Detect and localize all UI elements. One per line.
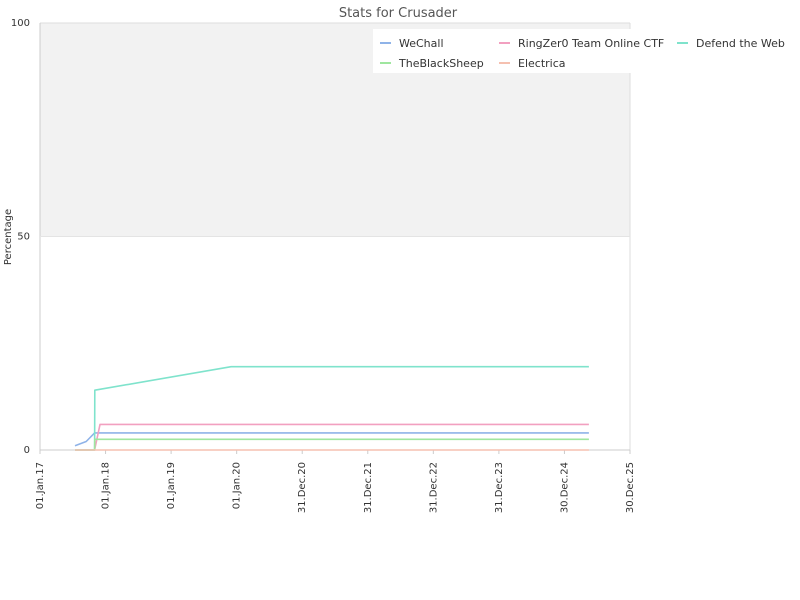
x-tick-label: 31.Dec.21: [363, 462, 374, 513]
legend-label: WeChall: [399, 37, 444, 50]
legend-label: TheBlackSheep: [398, 57, 484, 70]
legend-label: Electrica: [518, 57, 566, 70]
x-tick-label: 31.Dec.23: [494, 462, 505, 513]
x-tick-label: 01.Jan.17: [35, 462, 46, 509]
y-axis-label: Percentage: [3, 209, 14, 265]
x-tick-label: 30.Dec.24: [559, 462, 570, 513]
legend: WeChall RingZer0 Team Online CTF Defend th…: [373, 29, 793, 73]
x-tick-label: 31.Dec.22: [428, 462, 439, 513]
series-line-theblacksheep: [75, 438, 589, 451]
y-tick-label: 50: [17, 232, 30, 243]
x-tick-label: 01.Jan.20: [232, 462, 243, 509]
y-tick-label: 0: [24, 445, 30, 456]
stats-chart: Stats for Crusader Percentage 0 50 100 01.J…: [3, 6, 793, 513]
plot-area: 0 50 100 01.Jan.17 01.Jan.18 01.Jan.19 01.Jan.…: [11, 18, 636, 513]
series-line-ringzer0-team-online-ctf: [75, 423, 589, 451]
y-tick-label: 100: [11, 18, 30, 29]
series-line-defend-the-web: [75, 365, 589, 451]
legend-label: RingZer0 Team Online CTF: [518, 37, 664, 50]
x-tick-label: 01.Jan.19: [166, 462, 177, 509]
x-tick-label: 30.Dec.25: [625, 462, 636, 513]
legend-label: Defend the Web: [696, 37, 785, 50]
x-tick-label: 31.Dec.20: [297, 462, 308, 513]
x-tick-label: 01.Jan.18: [101, 462, 112, 509]
chart-title: Stats for Crusader: [339, 6, 458, 21]
